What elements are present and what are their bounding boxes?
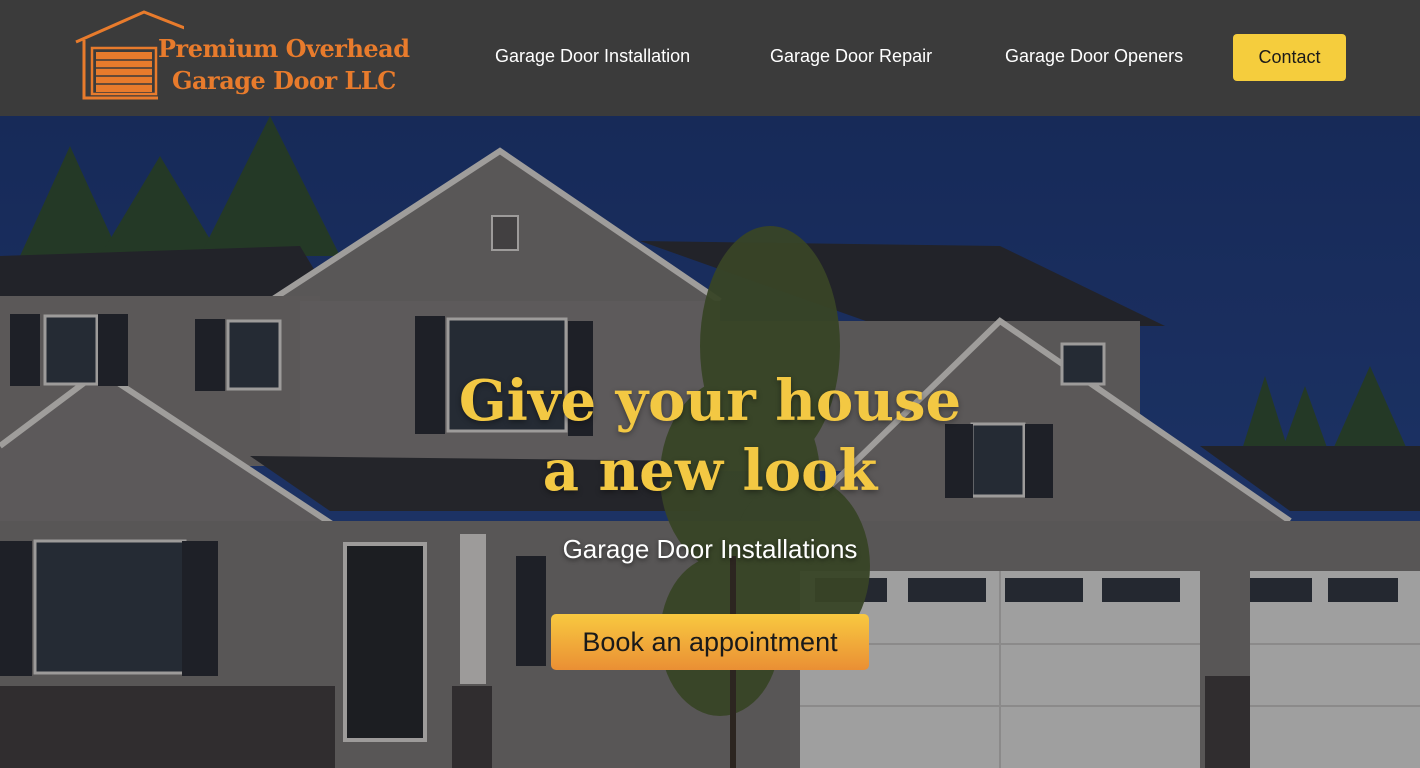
brand-name-line1: Premium Overhead [158, 34, 410, 63]
book-appointment-button[interactable]: Book an appointment [551, 614, 869, 670]
nav-garage-door-openers[interactable]: Garage Door Openers [1005, 46, 1183, 67]
contact-button[interactable]: Contact [1233, 34, 1346, 81]
hero-title: Give your house a new look [0, 366, 1420, 506]
hero-section: Give your house a new look Garage Door I… [0, 116, 1420, 768]
site-header: Premium Overhead Garage Door LLC Garage … [0, 0, 1420, 116]
logo[interactable]: Premium Overhead Garage Door LLC [74, 10, 410, 102]
brand-name-line2: Garage Door LLC [172, 66, 396, 95]
hero-title-line2: a new look [542, 438, 878, 504]
hero-title-line1: Give your house [458, 368, 962, 434]
nav-garage-door-repair[interactable]: Garage Door Repair [770, 46, 932, 67]
nav-garage-door-installation[interactable]: Garage Door Installation [495, 46, 690, 67]
hero-subtitle: Garage Door Installations [562, 534, 858, 564]
